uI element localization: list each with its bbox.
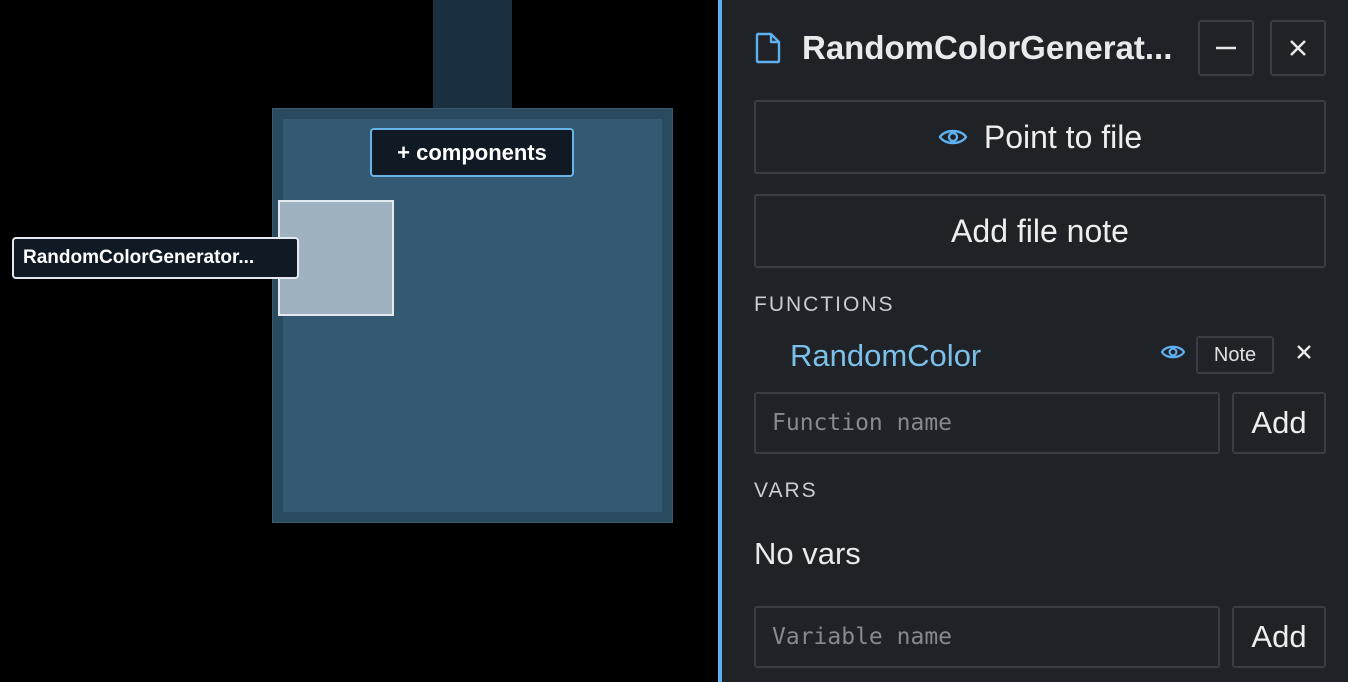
- minimize-button[interactable]: [1198, 20, 1254, 76]
- add-function-button[interactable]: Add: [1232, 392, 1326, 454]
- close-icon: [1297, 345, 1311, 359]
- add-variable-button[interactable]: Add: [1232, 606, 1326, 668]
- point-to-file-button[interactable]: Point to file: [754, 100, 1326, 174]
- directory-label[interactable]: + components: [370, 128, 574, 177]
- add-file-note-label: Add file note: [951, 212, 1129, 249]
- eye-icon: [938, 126, 968, 148]
- point-to-file-label: Point to file: [983, 118, 1143, 155]
- remove-function-button[interactable]: [1296, 344, 1312, 365]
- variable-name-input[interactable]: [754, 606, 1220, 668]
- panel-title: RandomColorGenerat...: [802, 29, 1173, 66]
- close-panel-button[interactable]: [1270, 20, 1326, 76]
- add-file-note-button[interactable]: Add file note: [754, 194, 1326, 268]
- file-label[interactable]: RandomColorGenerator...: [12, 237, 299, 279]
- function-name-link[interactable]: RandomColor: [790, 338, 981, 374]
- functions-section-label: FUNCTIONS: [754, 293, 895, 316]
- close-icon: [1290, 40, 1306, 56]
- file-icon: [754, 32, 786, 64]
- panel-header: RandomColorGenerat...: [754, 20, 1326, 76]
- no-vars-text: No vars: [754, 536, 861, 571]
- minimize-icon: [1216, 46, 1236, 50]
- eye-icon[interactable]: [1160, 342, 1186, 367]
- vars-section-label: VARS: [754, 479, 818, 502]
- code-map-canvas[interactable]: + components RandomColorGenerator...: [0, 0, 718, 682]
- function-row: RandomColor Note: [790, 334, 1326, 378]
- function-note-button[interactable]: Note: [1196, 336, 1274, 374]
- function-name-input[interactable]: [754, 392, 1220, 454]
- file-details-panel: RandomColorGenerat... Point to file Add …: [718, 0, 1348, 682]
